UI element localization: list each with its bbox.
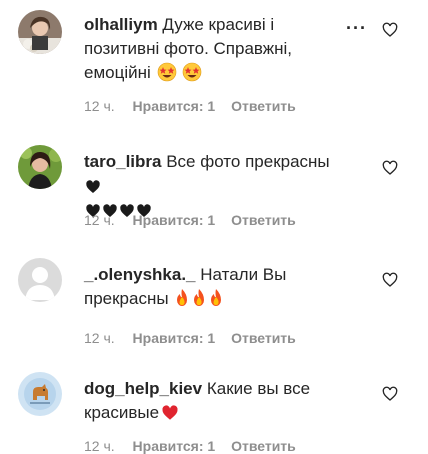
comment-username[interactable]: _.olenyshka._ — [84, 265, 196, 284]
heart-outline-icon[interactable] — [382, 22, 398, 38]
comment-username[interactable]: olhalliym — [84, 15, 158, 34]
comment-username[interactable]: dog_help_kiev — [84, 379, 202, 398]
likes-count-button[interactable]: Нравится: 1 — [133, 330, 216, 346]
comment-meta: 12 ч. Нравится: 1 Ответить — [84, 212, 308, 228]
reply-button[interactable]: Ответить — [231, 438, 296, 454]
comment-username[interactable]: taro_libra — [84, 152, 161, 171]
red-heart-emoji — [162, 405, 178, 420]
comment-body-line3: емоційні — [84, 63, 151, 82]
comment-time[interactable]: 12 ч. — [84, 98, 115, 114]
comment-body-line2: позитивні фото. Справжні, — [84, 39, 293, 58]
avatar[interactable] — [18, 10, 62, 54]
comment-text: _.olenyshka._ Натали Вы прекрасны — [84, 263, 344, 311]
reply-button[interactable]: Ответить — [231, 330, 296, 346]
likes-count-button[interactable]: Нравится: 1 — [133, 212, 216, 228]
comment-body: Все фото прекрасны — [166, 152, 330, 171]
comment-body: Натали Вы — [200, 265, 287, 284]
comment-meta: 12 ч. Нравится: 1 Ответить — [84, 438, 308, 454]
likes-count-button[interactable]: Нравится: 1 — [133, 98, 216, 114]
star-struck-emoji — [157, 62, 176, 82]
comment-time[interactable]: 12 ч. — [84, 438, 115, 454]
comment-text: dog_help_kiev Какие вы все красивые — [84, 377, 344, 425]
comment-meta: 12 ч. Нравится: 1 Ответить — [84, 98, 308, 114]
avatar-photo-icon — [18, 145, 62, 189]
comment-body: Какие вы все — [206, 379, 311, 398]
reply-button[interactable]: Ответить — [231, 98, 296, 114]
comment-meta: 12 ч. Нравится: 1 Ответить — [84, 330, 308, 346]
fire-emoji — [177, 289, 188, 306]
comment-time[interactable]: 12 ч. — [84, 212, 115, 228]
fire-emoji — [194, 289, 205, 306]
heart-outline-icon[interactable] — [382, 386, 398, 402]
avatar-photo-icon — [18, 10, 62, 54]
comment-body: Дуже красиві і — [162, 15, 275, 34]
comment-time[interactable]: 12 ч. — [84, 330, 115, 346]
avatar[interactable] — [18, 372, 62, 416]
default-avatar-icon — [18, 258, 62, 302]
black-heart-emoji — [86, 180, 100, 193]
reply-button[interactable]: Ответить — [231, 212, 296, 228]
comment-body-line2: красивые — [84, 403, 160, 422]
star-struck-emoji — [182, 62, 202, 82]
avatar[interactable] — [18, 145, 62, 189]
dog-logo-icon — [18, 372, 62, 416]
more-options-icon[interactable]: ··· — [346, 19, 367, 37]
avatar[interactable] — [18, 258, 62, 302]
heart-outline-icon[interactable] — [382, 272, 398, 288]
fire-emoji — [211, 289, 222, 306]
likes-count-button[interactable]: Нравится: 1 — [133, 438, 216, 454]
comment-body-line2: прекрасны — [84, 289, 169, 308]
heart-outline-icon[interactable] — [382, 160, 398, 176]
comment-text: olhalliym Дуже красиві і позитивні фото.… — [84, 13, 344, 85]
